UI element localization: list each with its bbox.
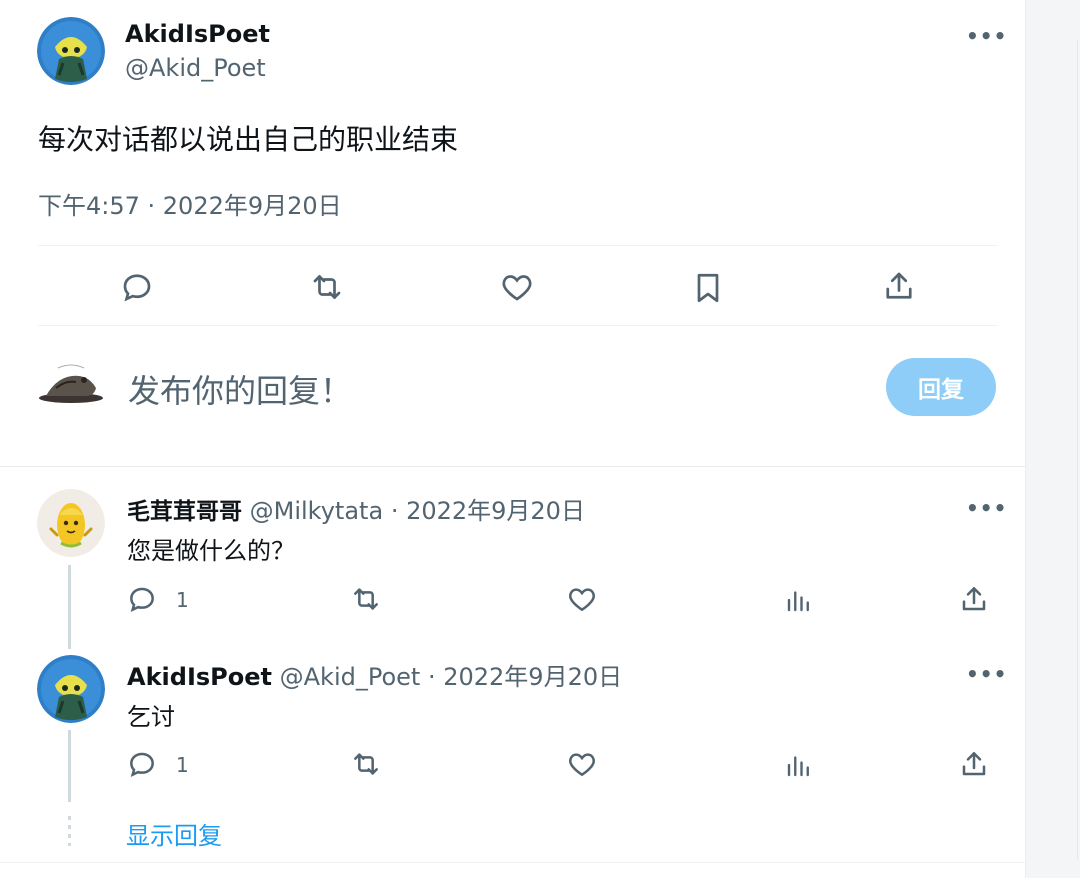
retweet-icon[interactable] [349, 748, 383, 780]
reply-composer-input[interactable]: 发布你的回复！ [128, 366, 352, 412]
analytics-icon[interactable] [784, 749, 814, 781]
section-divider [0, 466, 1025, 467]
reply-header: AkidIsPoet @Akid_Poet · 2022年9月20日 [127, 657, 622, 692]
reply-count: 1 [176, 753, 189, 777]
thread-connector [68, 730, 71, 802]
divider [38, 245, 998, 246]
author-avatar[interactable] [37, 17, 105, 85]
reply-author-avatar[interactable] [37, 655, 105, 723]
reply-button[interactable]: 回复 [886, 358, 996, 416]
retweet-icon[interactable] [349, 583, 383, 615]
tweet-detail-card: AkidIsPoet @Akid_Poet ••• 每次对话都以说出自己的职业结… [0, 0, 1025, 878]
show-replies-link[interactable]: 显示回复 [126, 816, 222, 851]
reply-icon[interactable] [119, 269, 155, 305]
more-options-icon[interactable]: ••• [966, 664, 1007, 684]
divider [0, 862, 1025, 863]
thread-connector [68, 565, 71, 649]
share-icon[interactable] [958, 583, 990, 615]
like-icon[interactable] [499, 269, 535, 305]
current-user-avatar[interactable] [36, 358, 106, 418]
more-options-icon[interactable]: ••• [966, 498, 1007, 518]
analytics-icon[interactable] [784, 584, 814, 616]
reply-date[interactable]: · 2022年9月20日 [391, 497, 585, 525]
share-icon[interactable] [881, 268, 917, 304]
reply-icon[interactable] [126, 748, 158, 780]
reply-author-name[interactable]: AkidIsPoet [127, 663, 272, 691]
retweet-icon[interactable] [308, 269, 346, 305]
right-sidebar-edge [1025, 0, 1080, 878]
like-icon[interactable] [566, 748, 598, 780]
reply-text: 乞讨 [127, 703, 175, 731]
reply-author-avatar[interactable] [37, 489, 105, 557]
tweet-text: 每次对话都以说出自己的职业结束 [38, 123, 459, 156]
bookmark-icon[interactable] [690, 269, 726, 307]
divider [1077, 40, 1078, 860]
reply-count: 1 [176, 588, 189, 612]
thread-more-dots [68, 816, 71, 846]
reply-author-handle[interactable]: @Akid_Poet [280, 663, 421, 691]
tweet-timestamp[interactable]: 下午4:57 · 2022年9月20日 [38, 186, 342, 221]
reply-author-name[interactable]: 毛茸茸哥哥 [127, 499, 242, 525]
share-icon[interactable] [958, 748, 990, 780]
reply-date[interactable]: · 2022年9月20日 [428, 663, 622, 691]
author-handle[interactable]: @Akid_Poet [125, 54, 266, 82]
like-icon[interactable] [566, 583, 598, 615]
reply-text: 您是做什么的？ [127, 537, 295, 565]
reply-icon[interactable] [126, 583, 158, 615]
reply-author-handle[interactable]: @Milkytata [250, 497, 384, 525]
more-options-icon[interactable]: ••• [966, 26, 1007, 46]
reply-header: 毛茸茸哥哥 @Milkytata · 2022年9月20日 [127, 491, 585, 526]
author-name[interactable]: AkidIsPoet [125, 20, 270, 48]
divider [38, 325, 998, 326]
